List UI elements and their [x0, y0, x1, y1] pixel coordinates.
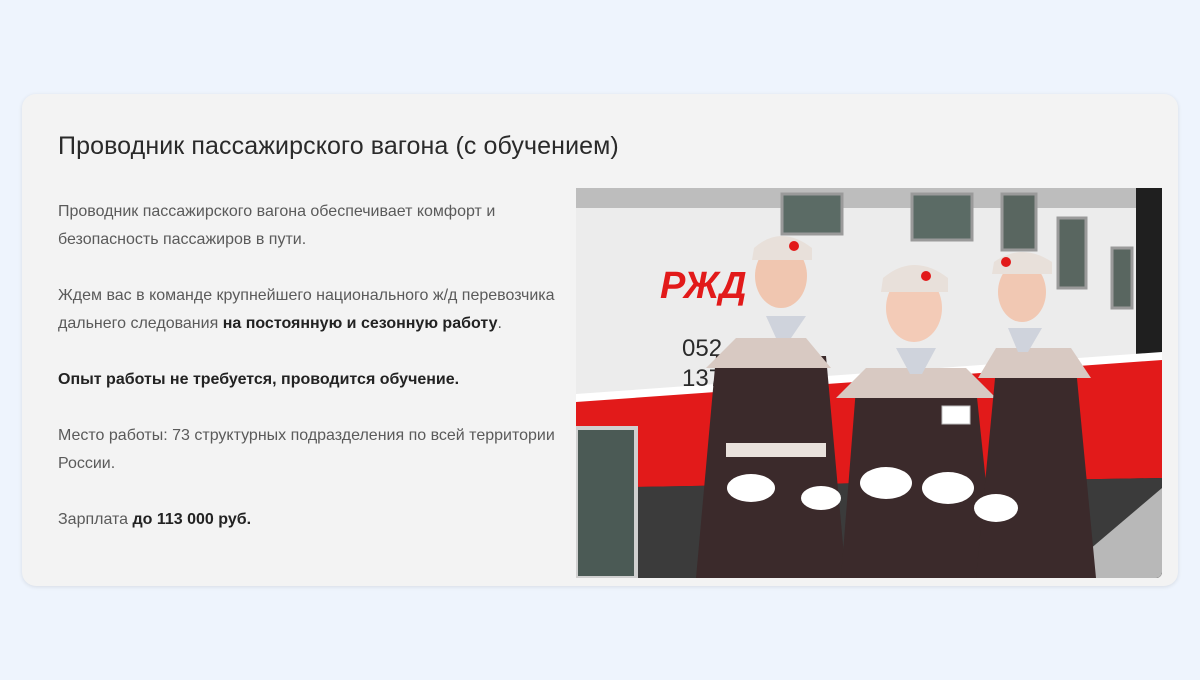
- paragraph-2-suffix: .: [497, 315, 502, 332]
- description-paragraph-1: Проводник пассажирского вагона обеспечив…: [58, 203, 496, 248]
- vacancy-title: Проводник пассажирского вагона (с обучен…: [58, 132, 619, 160]
- salary-line: Зарплата до 113 000 руб.: [58, 506, 578, 534]
- no-experience-note: Опыт работы не требуется, проводится обу…: [58, 371, 460, 388]
- salary-value: до 113 000 руб.: [132, 511, 252, 528]
- paragraph-2-bold: на постоянную и сезонную работу: [222, 315, 498, 332]
- train-attendants-photo: РЖД 052 137: [576, 188, 1162, 578]
- description-paragraph-3: Опыт работы не требуется, проводится обу…: [58, 366, 578, 394]
- description-paragraph-4: Место работы: 73 структурных подразделен…: [58, 427, 555, 472]
- photo-illustration: РЖД 052 137: [576, 188, 1162, 578]
- vacancy-description: Проводник пассажирского вагона обеспечив…: [58, 198, 578, 562]
- salary-label: Зарплата: [58, 511, 133, 528]
- vacancy-card: Проводник пассажирского вагона (с обучен…: [22, 94, 1178, 586]
- rzd-logo: РЖД: [660, 265, 747, 307]
- description-paragraph-2: Ждем вас в команде крупнейшего националь…: [58, 282, 578, 338]
